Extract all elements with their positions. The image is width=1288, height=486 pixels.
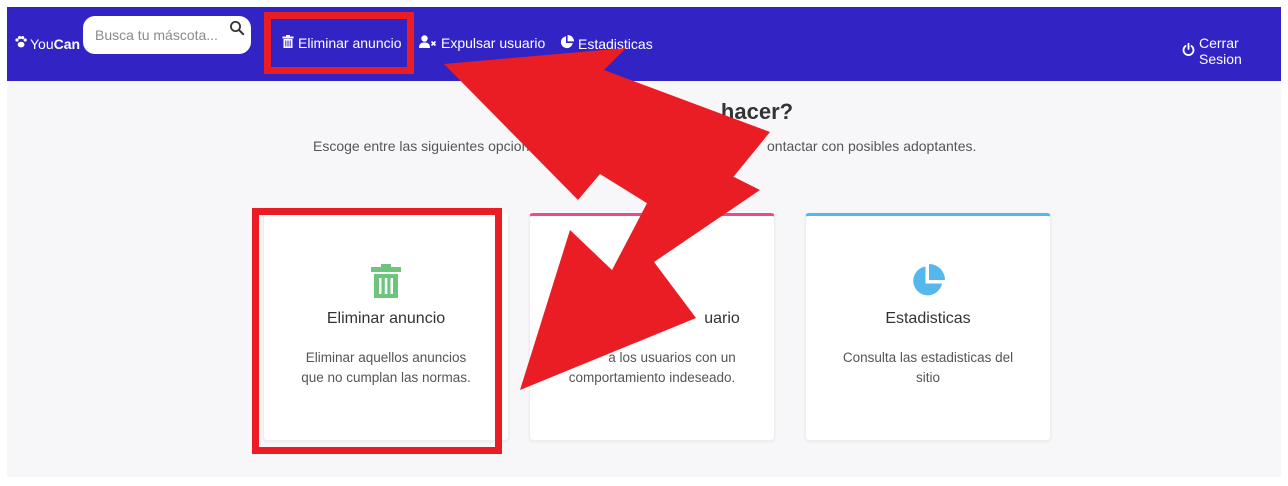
annotation-arrows <box>444 48 770 390</box>
